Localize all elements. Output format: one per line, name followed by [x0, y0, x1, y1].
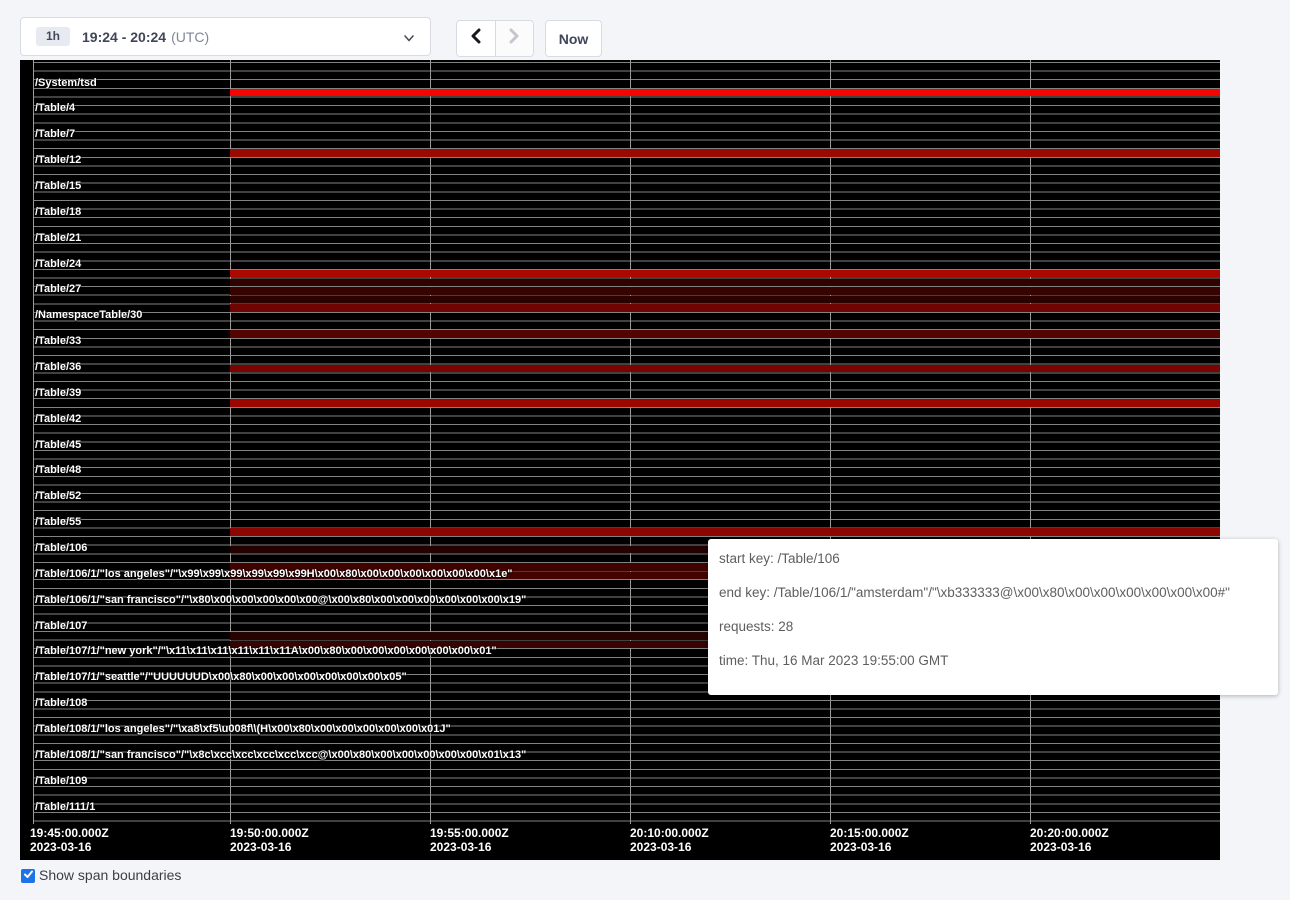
chevron-right-icon [507, 28, 521, 49]
row-label: /NamespaceTable/30 [35, 309, 142, 322]
axis-tick-time: 20:15:00.000Z [830, 826, 909, 840]
heat-band-row-26 [230, 287, 1220, 295]
row-label: /Table/18 [35, 206, 81, 219]
axis-tick-3: 20:10:00.000Z2023-03-16 [630, 826, 709, 854]
row-label: /Table/107 [35, 620, 87, 633]
axis-tick-date: 2023-03-16 [1030, 840, 1109, 854]
row-label: /Table/27 [35, 283, 81, 296]
heat-band-row-24 [230, 270, 1220, 278]
axis-tick-time: 19:50:00.000Z [230, 826, 309, 840]
row-label: /Table/12 [35, 154, 81, 167]
heat-band-row-3 [230, 89, 1220, 97]
axis-tick-time: 19:45:00.000Z [30, 826, 109, 840]
row-label: /Table/55 [35, 516, 81, 529]
row-label: /Table/108 [35, 697, 87, 710]
row-label: /Table/52 [35, 490, 81, 503]
row-label: /Table/21 [35, 232, 81, 245]
row-label: /Table/111/1 [35, 801, 95, 814]
column-gridline-2 [430, 60, 431, 824]
heat-band-row-10 [230, 149, 1220, 157]
now-button[interactable]: Now [545, 20, 602, 57]
column-gridline-4 [830, 60, 831, 824]
axis-tick-0: 19:45:00.000Z2023-03-16 [30, 826, 109, 854]
axis-tick-date: 2023-03-16 [30, 840, 109, 854]
row-label: /Table/4 [35, 102, 75, 115]
axis-tick-5: 20:20:00.000Z2023-03-16 [1030, 826, 1109, 854]
check-icon [23, 867, 34, 885]
heat-band-row-28 [230, 304, 1220, 312]
range-text: 19:24 - 20:24 [82, 29, 166, 45]
row-label: /Table/33 [35, 335, 81, 348]
time-range-dropdown[interactable]: 1h 19:24 - 20:24 (UTC) [20, 17, 431, 56]
chevron-left-icon [469, 28, 483, 49]
row-label: /Table/36 [35, 361, 81, 374]
show-span-boundaries-checkbox[interactable] [21, 869, 35, 883]
row-label: /Table/42 [35, 413, 81, 426]
prev-interval-button[interactable] [457, 21, 496, 56]
axis-tick-time: 20:20:00.000Z [1030, 826, 1109, 840]
show-span-boundaries-label: Show span boundaries [39, 868, 181, 883]
tooltip-line: end key: /Table/106/1/"amsterdam"/"\xb33… [719, 583, 1278, 603]
axis-tick-time: 20:10:00.000Z [630, 826, 709, 840]
tooltip-line: requests: 28 [719, 617, 1278, 637]
column-gridline-0 [33, 60, 34, 824]
range-duration-badge: 1h [36, 27, 70, 46]
axis-tick-4: 20:15:00.000Z2023-03-16 [830, 826, 909, 854]
axis-tick-1: 19:50:00.000Z2023-03-16 [230, 826, 309, 854]
row-label: /Table/15 [35, 180, 81, 193]
footer-controls: Show span boundaries [21, 868, 181, 883]
heatmap[interactable]: /System/tsd/Table/4/Table/7/Table/12/Tab… [20, 60, 1220, 860]
row-label: /Table/106 [35, 542, 87, 555]
axis-tick-2: 19:55:00.000Z2023-03-16 [430, 826, 509, 854]
row-label: /Table/45 [35, 439, 81, 452]
axis-tick-date: 2023-03-16 [830, 840, 909, 854]
row-label: /Table/108/1/"san francisco"/"\x8c\xcc\x… [35, 749, 526, 762]
row-label: /Table/107/1/"new york"/"\x11\x11\x11\x1… [35, 645, 497, 658]
next-interval-button[interactable] [496, 21, 534, 56]
row-label: /Table/48 [35, 464, 81, 477]
span-boundary-lines [33, 62, 1220, 823]
column-gridline-5 [1030, 60, 1031, 824]
axis-tick-date: 2023-03-16 [230, 840, 309, 854]
row-label: /Table/107/1/"seattle"/"UUUUUUD\x00\x80\… [35, 671, 407, 684]
heat-band-row-35 [230, 365, 1220, 373]
heat-band-row-39 [230, 399, 1220, 407]
row-label: /Table/24 [35, 258, 81, 271]
axis-tick-date: 2023-03-16 [430, 840, 509, 854]
heat-band-row-25 [230, 279, 1220, 287]
row-label: /Table/39 [35, 387, 81, 400]
row-label: /Table/108/1/"los angeles"/"\xa8\xf5\u00… [35, 723, 451, 736]
chevron-down-icon [402, 31, 416, 45]
heat-band-row-27 [230, 296, 1220, 304]
heat-band-row-54 [230, 528, 1220, 536]
span-tooltip: start key: /Table/106 end key: /Table/106… [708, 539, 1278, 695]
axis-tick-time: 19:55:00.000Z [430, 826, 509, 840]
column-gridline-1 [230, 60, 231, 824]
time-nav-group [456, 20, 534, 57]
tooltip-line: start key: /Table/106 [719, 549, 1278, 569]
row-label: /Table/7 [35, 128, 75, 141]
row-label: /System/tsd [35, 77, 97, 90]
range-timezone: (UTC) [171, 29, 209, 45]
row-label: /Table/106/1/"san francisco"/"\x80\x00\x… [35, 594, 526, 607]
row-label: /Table/106/1/"los angeles"/"\x99\x99\x99… [35, 568, 513, 581]
axis-tick-date: 2023-03-16 [630, 840, 709, 854]
column-gridline-3 [630, 60, 631, 824]
row-label: /Table/109 [35, 775, 87, 788]
tooltip-line: time: Thu, 16 Mar 2023 19:55:00 GMT [719, 651, 1278, 671]
heat-band-row-31 [230, 330, 1220, 338]
